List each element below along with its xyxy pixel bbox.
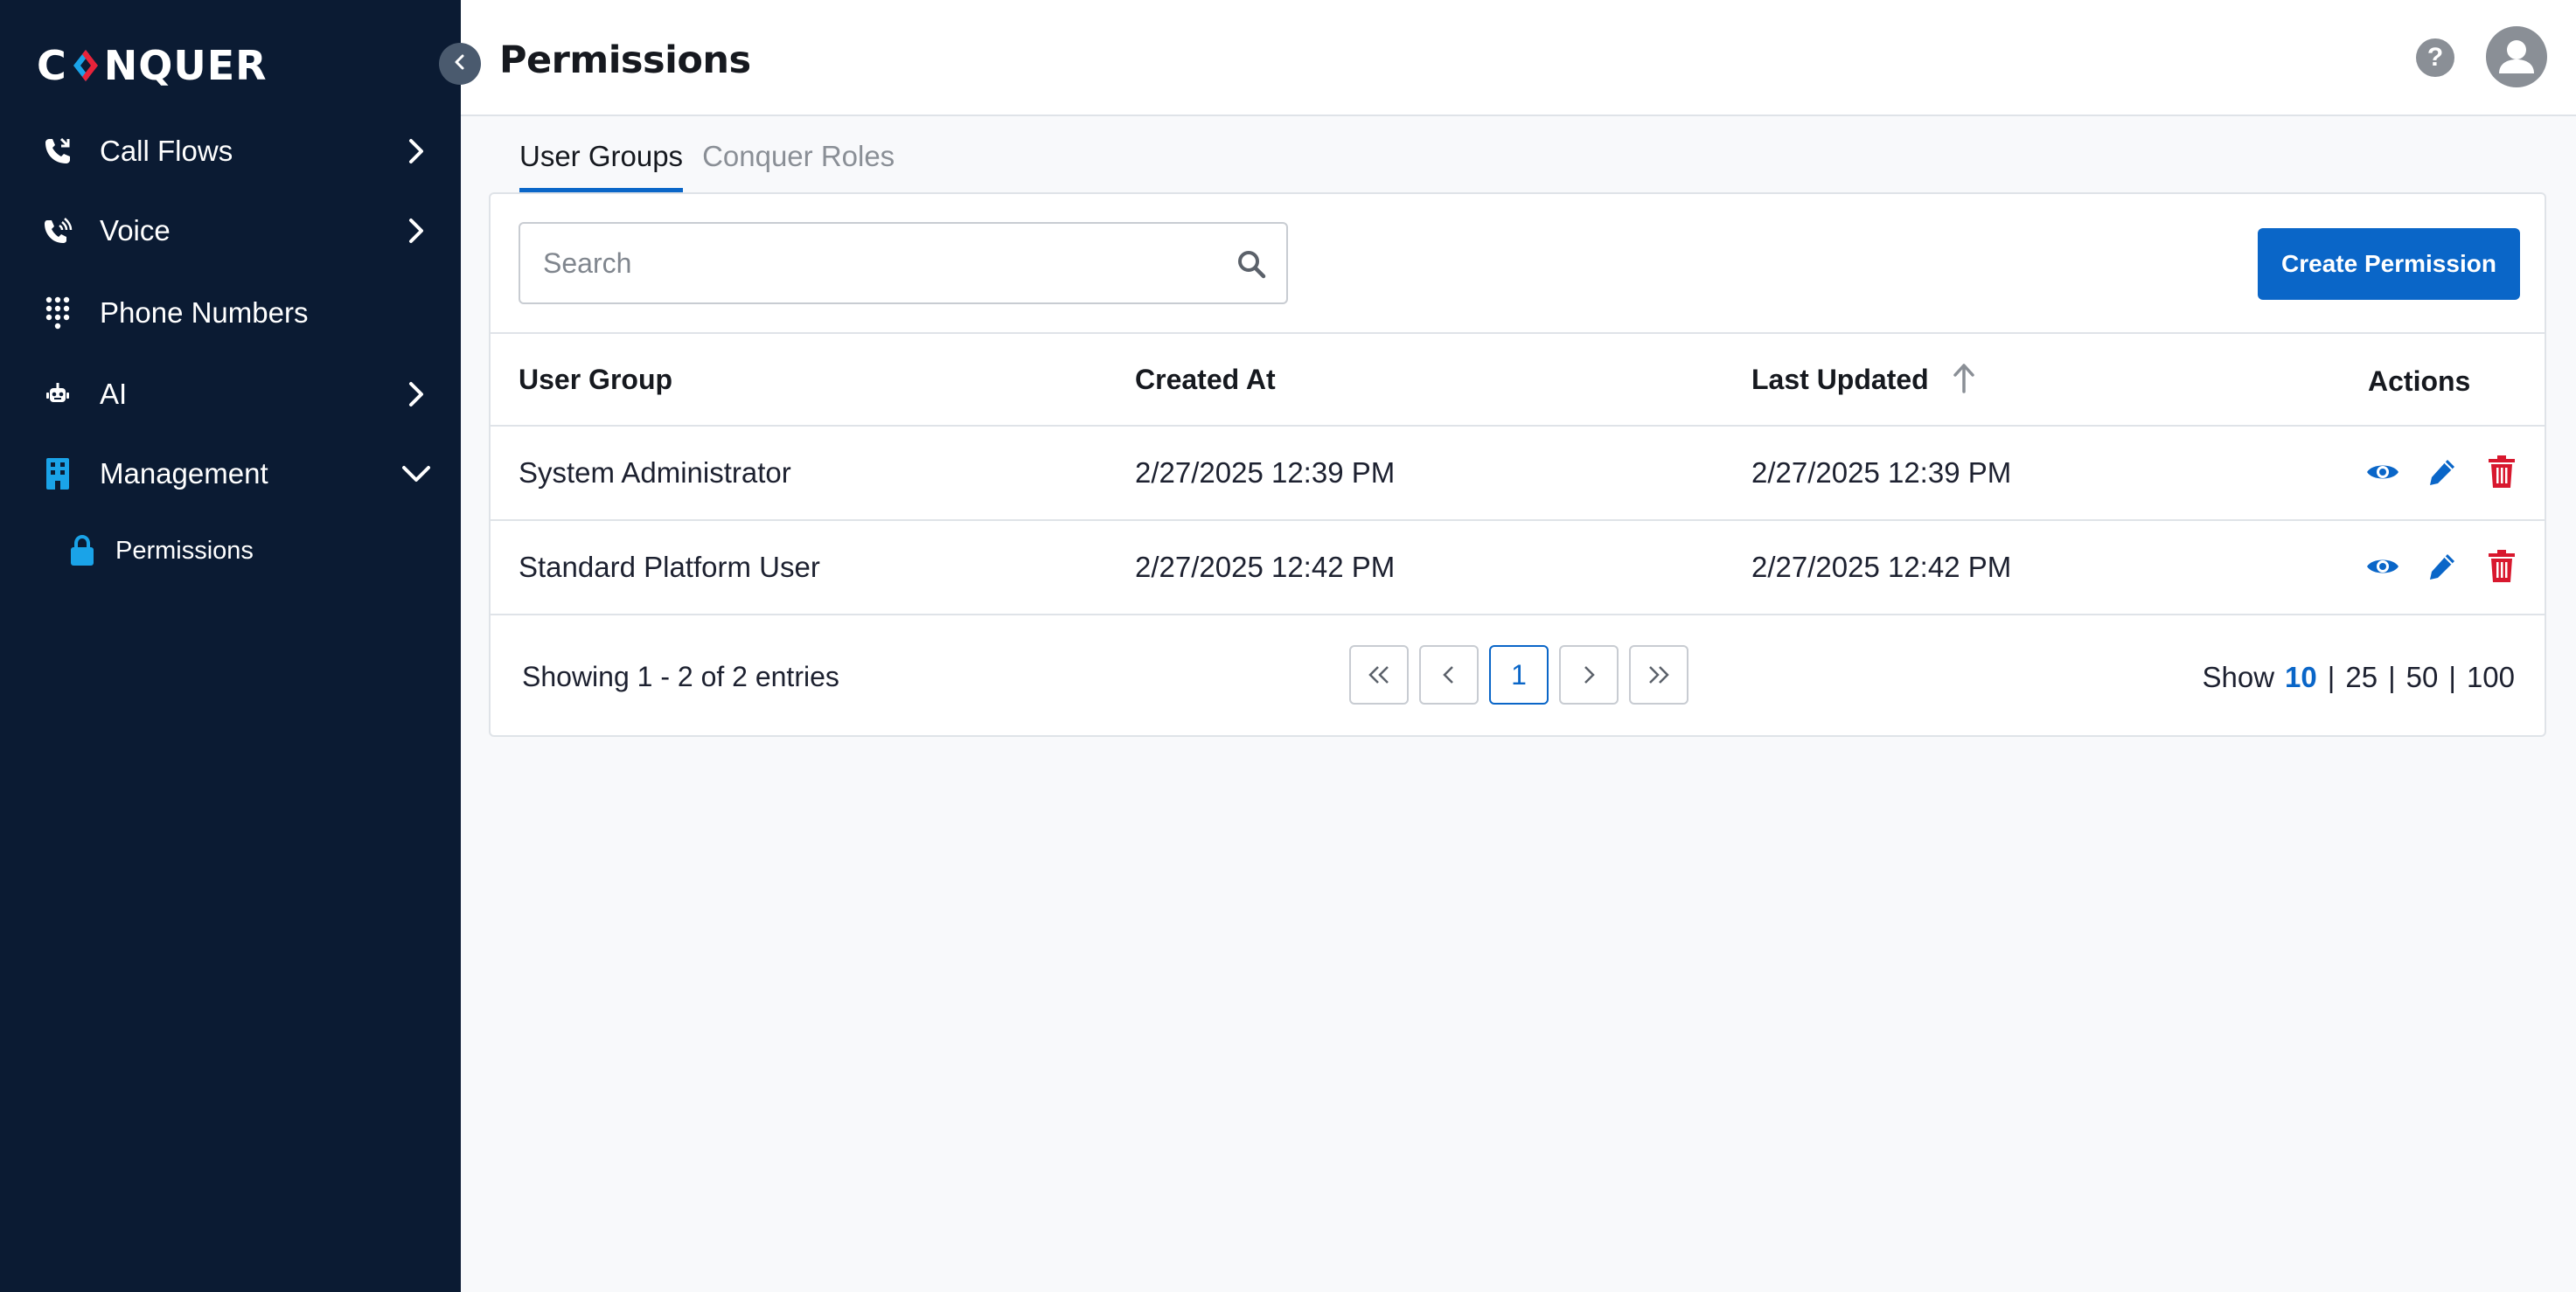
logo-text-right: NQUER bbox=[103, 42, 268, 89]
delete-icon[interactable] bbox=[2484, 547, 2519, 586]
table-row: System Administrator 2/27/2025 12:39 PM … bbox=[491, 427, 2545, 521]
chevron-right-icon bbox=[400, 135, 432, 167]
phone-voice-icon bbox=[40, 213, 75, 248]
page-title: Permissions bbox=[499, 38, 751, 82]
building-icon bbox=[40, 456, 75, 491]
permissions-table: User Group Created At Last Updated Actio… bbox=[491, 332, 2545, 615]
help-icon[interactable]: ? bbox=[2416, 38, 2454, 77]
chevron-right-icon bbox=[1584, 666, 1595, 684]
page-size-option[interactable]: 50 bbox=[2406, 661, 2439, 694]
chevron-right-icon bbox=[400, 215, 432, 247]
logo-mark-icon bbox=[68, 46, 103, 85]
tab-conquer-roles[interactable]: Conquer Roles bbox=[702, 140, 895, 192]
cell-last-updated: 2/27/2025 12:39 PM bbox=[1751, 456, 2012, 489]
table-header: User Group Created At Last Updated Actio… bbox=[491, 332, 2545, 427]
show-label: Show bbox=[2202, 661, 2275, 693]
table-footer: Showing 1 - 2 of 2 entries 1 Show 10 | 2… bbox=[491, 615, 2545, 736]
table-row: Standard Platform User 2/27/2025 12:42 P… bbox=[491, 521, 2545, 615]
page-size-selector: Show 10 | 25 | 50 | 100 bbox=[2202, 661, 2515, 694]
cell-created-at: 2/27/2025 12:42 PM bbox=[1135, 551, 1396, 583]
page-size-option[interactable]: 25 bbox=[2345, 661, 2378, 694]
phone-call-icon bbox=[40, 134, 75, 169]
top-header: Permissions ? bbox=[461, 0, 2576, 116]
cell-user-group: Standard Platform User bbox=[519, 551, 820, 583]
search-input[interactable] bbox=[543, 224, 1225, 302]
delete-icon[interactable] bbox=[2484, 453, 2519, 491]
double-chevron-right-icon bbox=[1649, 666, 1669, 684]
edit-icon[interactable] bbox=[2425, 547, 2460, 586]
sidebar-item-label: Voice bbox=[100, 214, 171, 247]
column-header-created-at[interactable]: Created At bbox=[1135, 364, 1276, 396]
sidebar-item-label: AI bbox=[100, 378, 128, 410]
view-icon[interactable] bbox=[2365, 453, 2400, 491]
column-header-user-group[interactable]: User Group bbox=[519, 364, 672, 396]
dialpad-icon bbox=[40, 295, 75, 330]
separator: | bbox=[2448, 661, 2456, 693]
sidebar-subitem-permissions[interactable]: Permissions bbox=[0, 523, 461, 579]
cell-last-updated: 2/27/2025 12:42 PM bbox=[1751, 551, 2012, 583]
create-permission-button[interactable]: Create Permission bbox=[2258, 228, 2520, 300]
column-header-actions: Actions bbox=[2368, 365, 2471, 397]
avatar[interactable] bbox=[2486, 26, 2547, 87]
chevron-left-icon bbox=[452, 52, 468, 76]
cell-user-group: System Administrator bbox=[519, 456, 791, 489]
sidebar-item-voice[interactable]: Voice bbox=[0, 196, 461, 266]
sidebar: C NQUER Call Flows Voice Phone Numbers A… bbox=[0, 0, 461, 1292]
page-button[interactable]: 1 bbox=[1489, 645, 1549, 705]
sidebar-item-phone-numbers[interactable]: Phone Numbers bbox=[0, 278, 461, 348]
pagination: 1 bbox=[1349, 645, 1688, 705]
conquer-logo[interactable]: C NQUER bbox=[37, 42, 268, 89]
sidebar-item-label: Call Flows bbox=[100, 135, 233, 167]
sidebar-collapse-button[interactable] bbox=[439, 43, 481, 85]
tab-bar: User Groups Conquer Roles bbox=[519, 140, 914, 192]
sidebar-item-label: Management bbox=[100, 457, 268, 490]
first-page-button[interactable] bbox=[1349, 645, 1409, 705]
chevron-left-icon bbox=[1443, 666, 1453, 684]
lock-icon bbox=[66, 533, 98, 568]
edit-icon[interactable] bbox=[2425, 453, 2460, 491]
cell-created-at: 2/27/2025 12:39 PM bbox=[1135, 456, 1396, 489]
row-actions bbox=[2365, 547, 2519, 586]
next-page-button[interactable] bbox=[1559, 645, 1619, 705]
separator: | bbox=[2388, 661, 2396, 693]
search-box bbox=[519, 222, 1288, 304]
sort-ascending-icon[interactable] bbox=[1951, 360, 1977, 395]
sidebar-item-call-flows[interactable]: Call Flows bbox=[0, 116, 461, 186]
chevron-right-icon bbox=[400, 379, 432, 410]
permissions-card: Create Permission User Group Created At … bbox=[489, 192, 2546, 737]
separator: | bbox=[2327, 661, 2336, 693]
view-icon[interactable] bbox=[2365, 547, 2400, 586]
robot-icon bbox=[40, 377, 75, 412]
sidebar-item-label: Phone Numbers bbox=[100, 296, 309, 329]
sidebar-item-management[interactable]: Management bbox=[0, 439, 461, 509]
sidebar-subitem-label: Permissions bbox=[115, 536, 254, 565]
row-actions bbox=[2365, 453, 2519, 491]
previous-page-button[interactable] bbox=[1419, 645, 1479, 705]
last-page-button[interactable] bbox=[1629, 645, 1688, 705]
double-chevron-left-icon bbox=[1368, 666, 1389, 684]
entries-summary: Showing 1 - 2 of 2 entries bbox=[522, 661, 839, 692]
sidebar-item-ai[interactable]: AI bbox=[0, 359, 461, 429]
column-header-last-updated[interactable]: Last Updated bbox=[1751, 364, 1929, 396]
tab-user-groups[interactable]: User Groups bbox=[519, 140, 684, 192]
page-size-option[interactable]: 10 bbox=[2285, 661, 2317, 694]
page-size-option[interactable]: 100 bbox=[2467, 661, 2515, 694]
logo-text-left: C bbox=[37, 42, 67, 89]
search-icon[interactable] bbox=[1236, 248, 1267, 280]
chevron-down-icon bbox=[400, 458, 432, 490]
